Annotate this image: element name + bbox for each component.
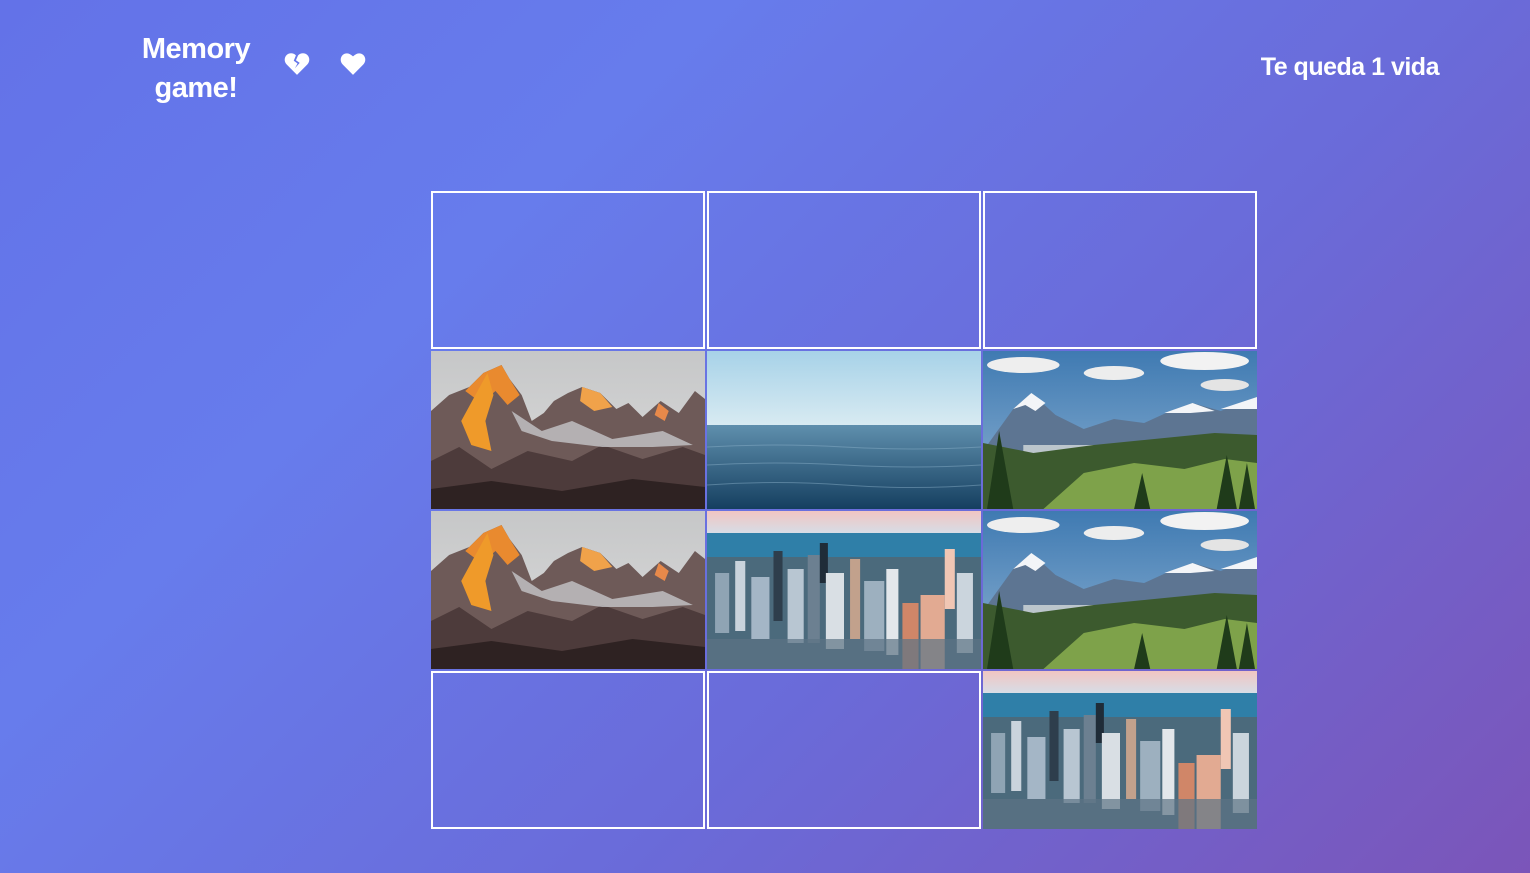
heart-icon [340,53,366,75]
game-board [431,191,1261,835]
memory-card-calm-ocean[interactable] [707,351,981,509]
card-image-calm-ocean [707,351,981,509]
broken-heart-icon [284,53,310,75]
memory-card-hidden[interactable] [431,191,705,349]
memory-card-mountain-valley-forest[interactable] [983,511,1257,669]
memory-card-hidden[interactable] [431,671,705,829]
card-image-city-skyline-aerial [707,511,981,669]
memory-card-mountain-valley-forest[interactable] [983,351,1257,509]
card-image-mountain-peaks-sunset [431,511,705,669]
game-title: Memory game! [141,33,251,104]
memory-card-hidden[interactable] [983,191,1257,349]
memory-card-hidden[interactable] [707,671,981,829]
card-image-mountain-peaks-sunset [431,351,705,509]
lives-remaining-status: Te queda 1 vida [1260,53,1440,81]
memory-card-hidden[interactable] [707,191,981,349]
memory-card-mountain-peaks-sunset[interactable] [431,351,705,509]
card-image-mountain-valley-forest [983,511,1257,669]
memory-card-city-skyline-aerial[interactable] [707,511,981,669]
card-image-city-skyline-aerial [983,671,1257,829]
card-image-mountain-valley-forest [983,351,1257,509]
memory-card-city-skyline-aerial[interactable] [983,671,1257,829]
memory-card-mountain-peaks-sunset[interactable] [431,511,705,669]
